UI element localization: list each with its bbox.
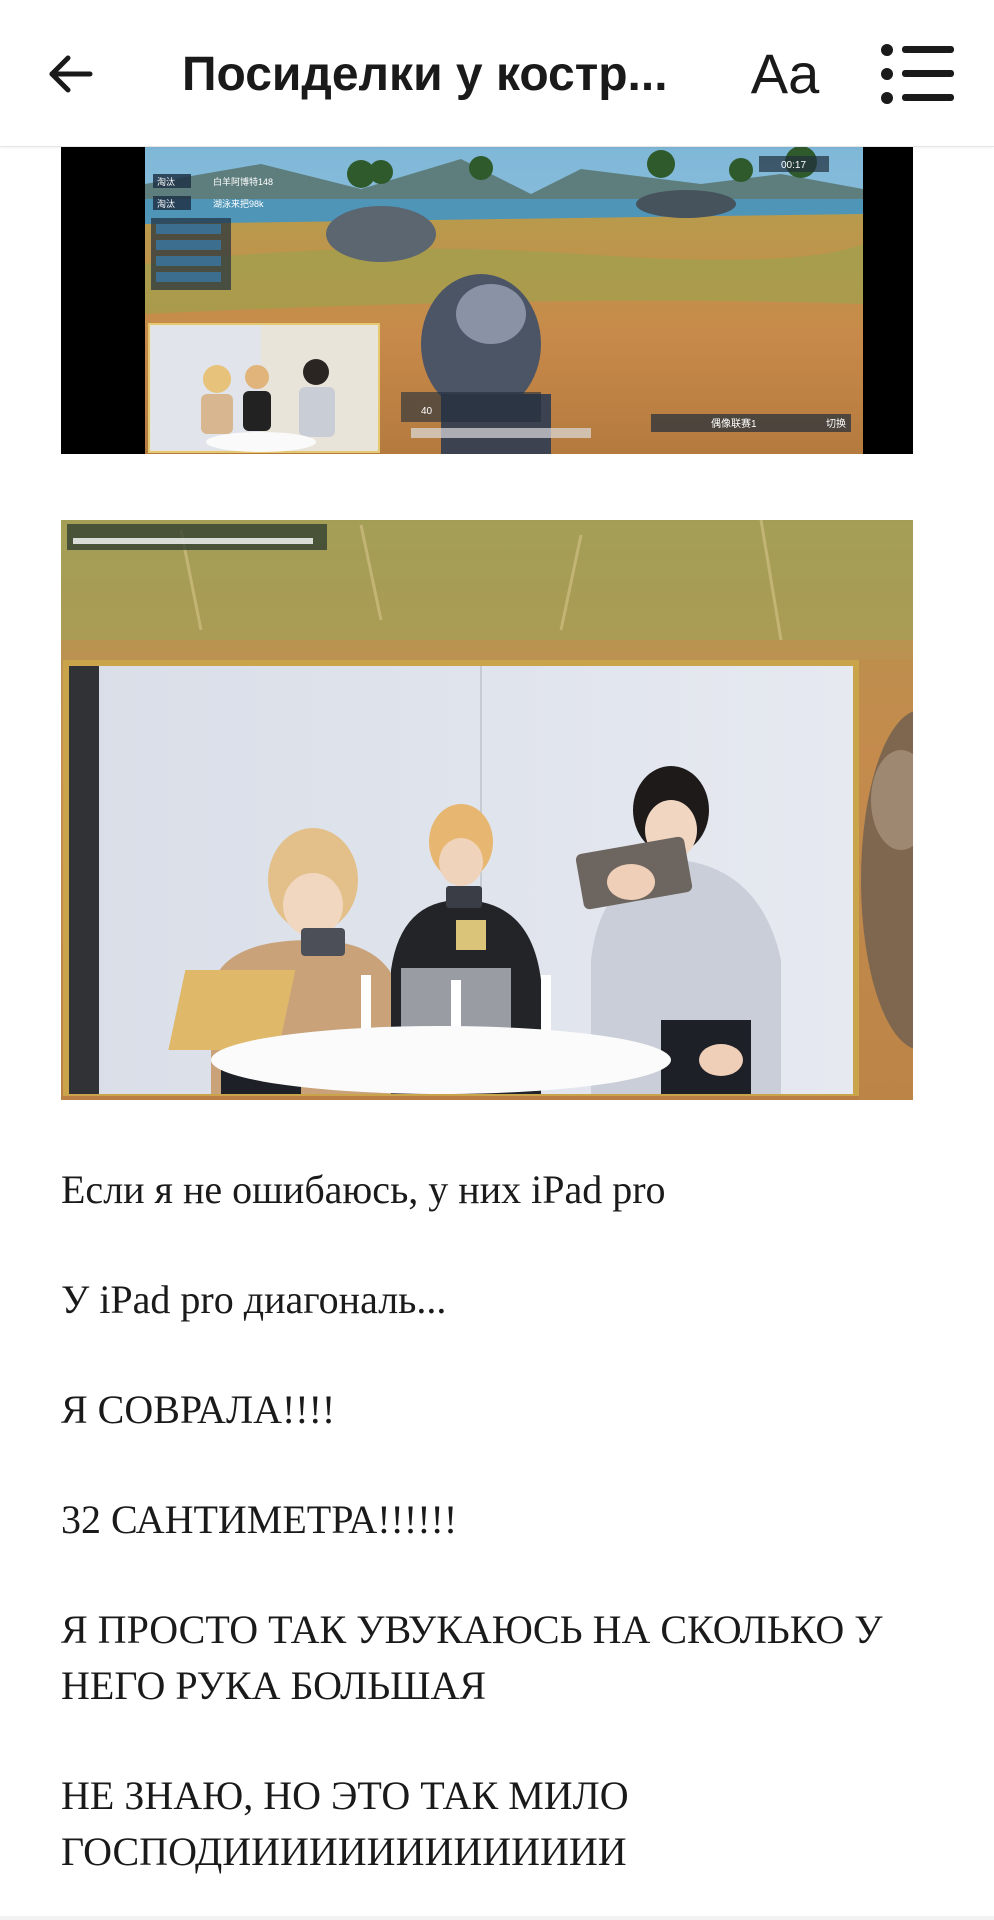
paragraph-3: Я СОВРАЛА!!!! <box>61 1387 336 1432</box>
article-content: 淘汰 白羊阿博特148 淘汰 湖泳来把98k 00:17 40 偶像联赛1 切换… <box>0 146 994 1906</box>
page-title: Посиделки у костр... <box>182 48 668 101</box>
hud-label-4: 湖泳来把98k <box>213 198 264 209</box>
hud-label-1: 淘汰 <box>157 176 175 187</box>
hud-label-3: 淘汰 <box>157 198 175 209</box>
hud-ammo: 40 <box>421 406 433 417</box>
hud-label-2: 白羊阿博特148 <box>213 176 273 187</box>
app-bar: Посиделки у костр... Aa <box>0 0 994 147</box>
arrow-left-icon <box>49 55 93 93</box>
paragraph-2: У iPad pro диагональ... <box>61 1277 447 1322</box>
members-playing-closeup[interactable] <box>61 520 913 1100</box>
hud-team: 偶像联赛1 <box>711 417 757 430</box>
hud-timer: 00:17 <box>781 160 806 171</box>
font-settings-button[interactable]: Aa <box>735 36 835 112</box>
table-of-contents-button[interactable] <box>878 38 958 110</box>
back-button[interactable] <box>30 34 110 114</box>
paragraph-6: НЕ ЗНАЮ, НО ЭТО ТАК МИЛО ГОСПОДИИИИИИИИИ… <box>61 1773 629 1874</box>
paragraph-5: Я ПРОСТО ТАК УВУКАЮСЬ НА СКОЛЬКО У НЕГО … <box>61 1607 883 1708</box>
hud-switch: 切换 <box>826 417 846 430</box>
paragraph-1: Если я не ошибаюсь, у них iPad pro <box>61 1167 666 1212</box>
game-stream-screenshot[interactable]: 淘汰 白羊阿博特148 淘汰 湖泳来把98k 00:17 40 偶像联赛1 切换 <box>61 146 913 454</box>
bottom-divider <box>0 1916 994 1920</box>
list-icon <box>881 44 954 104</box>
paragraph-4: 32 САНТИМЕТРА!!!!!! <box>61 1497 458 1542</box>
